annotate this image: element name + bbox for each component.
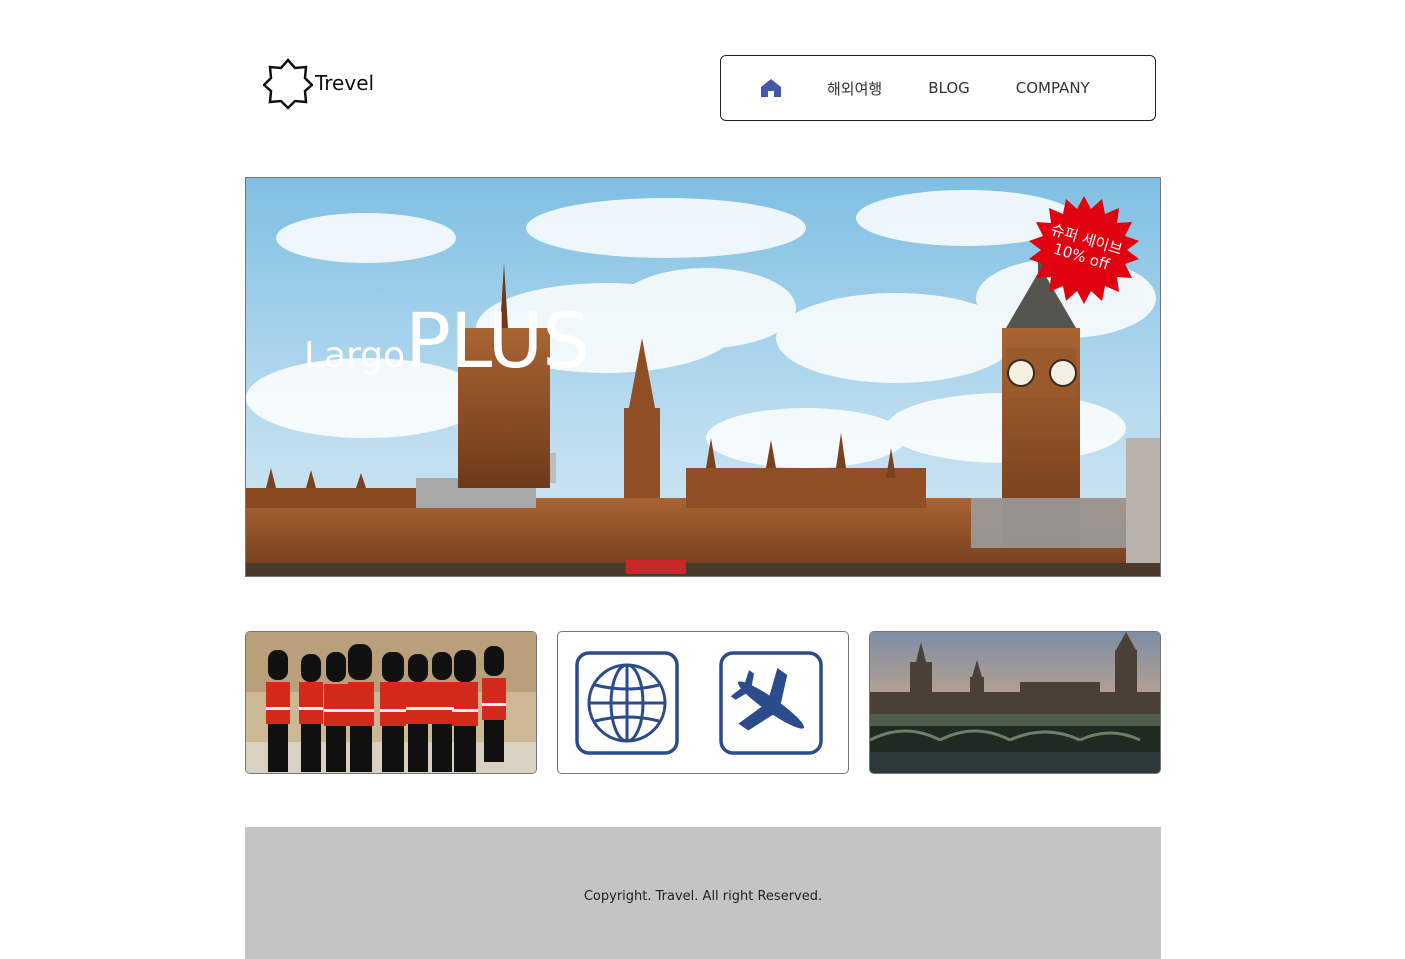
star-logo-icon — [262, 58, 314, 114]
card-royal-guards[interactable] — [245, 631, 537, 774]
footer: Copyright. Travel. All right Reserved. — [245, 827, 1161, 959]
sale-badge[interactable]: 슈퍼 세이브 10% off — [1028, 194, 1140, 306]
airplane-icon[interactable] — [719, 651, 823, 755]
hero-banner[interactable]: LargoPLUS 슈퍼 세이브 10% off — [245, 177, 1161, 577]
home-icon[interactable] — [759, 77, 783, 99]
hero-title: LargoPLUS — [304, 296, 590, 385]
nav-item-overseas-travel[interactable]: 해외여행 — [827, 78, 882, 99]
logo[interactable]: Trevel — [262, 58, 375, 114]
page-container: Trevel 해외여행 BLOG COMPANY LargoPLUS 슈퍼 세이… — [245, 0, 1161, 959]
main-nav: 해외여행 BLOG COMPANY — [720, 55, 1156, 121]
globe-icon[interactable] — [575, 651, 679, 755]
hero-title-small: Largo — [304, 335, 406, 376]
nav-item-company[interactable]: COMPANY — [1016, 79, 1090, 97]
westminster-bridge-image — [870, 632, 1160, 773]
logo-text: Trevel — [315, 71, 375, 95]
card-westminster-bridge[interactable] — [869, 631, 1161, 774]
hero-title-big: PLUS — [405, 296, 590, 385]
footer-copyright: Copyright. Travel. All right Reserved. — [583, 889, 823, 904]
nav-item-blog[interactable]: BLOG — [928, 79, 970, 97]
royal-guards-image — [246, 632, 536, 773]
card-travel-icons[interactable] — [557, 631, 849, 774]
